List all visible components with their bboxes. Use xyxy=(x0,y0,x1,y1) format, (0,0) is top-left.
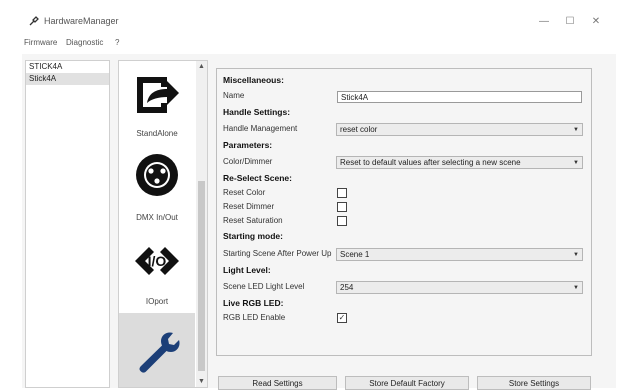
handle-select-value: reset color xyxy=(340,125,378,134)
nav-item-dmx[interactable]: DMX In/Out xyxy=(119,145,195,225)
menu-help[interactable]: ? xyxy=(115,38,119,47)
rgb-enable-checkbox[interactable]: ✓ xyxy=(337,313,347,323)
handle-heading: Handle Settings: xyxy=(223,107,291,117)
chevron-down-icon: ▼ xyxy=(573,160,579,166)
menu-diagnostic[interactable]: Diagnostic xyxy=(66,38,103,47)
reselect-heading: Re-Select Scene: xyxy=(223,173,292,183)
light-select[interactable]: 254 ▼ xyxy=(336,281,583,294)
handle-select[interactable]: reset color ▼ xyxy=(336,123,583,136)
rgb-label: RGB LED Enable xyxy=(223,313,286,322)
colordimmer-select[interactable]: Reset to default values after selecting … xyxy=(336,156,583,169)
starting-heading: Starting mode: xyxy=(223,231,283,241)
reset-color-checkbox[interactable] xyxy=(337,188,347,198)
io-icon: I/O xyxy=(135,247,179,275)
misc-heading: Miscellaneous: xyxy=(223,75,284,85)
nav-label-dmx: DMX In/Out xyxy=(136,213,178,222)
reset-saturation-label: Reset Saturation xyxy=(223,216,283,225)
minimize-button[interactable]: — xyxy=(532,12,556,30)
handle-label: Handle Management xyxy=(223,124,298,133)
nav-item-ioport[interactable]: I/O IOport xyxy=(119,229,195,309)
title-bar: HardwareManager — ☐ ✕ xyxy=(22,8,616,34)
hardware-manager-window: HardwareManager — ☐ ✕ Firmware Diagnosti… xyxy=(22,8,616,390)
chevron-down-icon: ▼ xyxy=(573,252,579,258)
svg-text:I/O: I/O xyxy=(148,253,167,269)
maximize-button[interactable]: ☐ xyxy=(558,12,582,30)
settings-panel: Miscellaneous: Name Stick4A Handle Setti… xyxy=(216,68,592,356)
colordimmer-label: Color/Dimmer xyxy=(223,157,273,166)
light-heading: Light Level: xyxy=(223,265,271,275)
light-label: Scene LED Light Level xyxy=(223,282,305,291)
name-label: Name xyxy=(223,91,245,100)
live-heading: Live RGB LED: xyxy=(223,298,284,308)
arrow-icon xyxy=(137,77,179,113)
device-list[interactable]: STICK4A Stick4A xyxy=(25,60,110,388)
window-title: HardwareManager xyxy=(44,16,119,26)
starting-label: Starting Scene After Power Up xyxy=(223,249,332,258)
device-item-selected[interactable]: Stick4A xyxy=(26,73,109,85)
name-field[interactable]: Stick4A xyxy=(337,91,582,103)
starting-select-value: Scene 1 xyxy=(340,250,370,259)
nav-scrollbar[interactable]: ▲ ▼ xyxy=(196,61,207,387)
reset-saturation-checkbox[interactable] xyxy=(337,216,347,226)
light-select-value: 254 xyxy=(340,283,354,292)
params-heading: Parameters: xyxy=(223,140,273,150)
scroll-thumb[interactable] xyxy=(198,181,205,371)
chevron-down-icon: ▼ xyxy=(573,127,579,133)
close-button[interactable]: ✕ xyxy=(584,12,608,30)
app-icon xyxy=(29,16,39,26)
wrench-icon xyxy=(139,332,180,373)
nav-label-ioport: IOport xyxy=(145,297,169,306)
reset-dimmer-label: Reset Dimmer xyxy=(223,202,275,211)
nav-item-standalone[interactable]: StandAlone xyxy=(119,61,195,141)
nav-label-standalone: StandAlone xyxy=(136,129,178,138)
menu-bar: Firmware Diagnostic ? xyxy=(22,34,616,54)
scroll-down-icon[interactable]: ▼ xyxy=(196,376,207,387)
starting-select[interactable]: Scene 1 ▼ xyxy=(336,248,583,261)
menu-firmware[interactable]: Firmware xyxy=(24,38,57,47)
device-item[interactable]: STICK4A xyxy=(26,61,109,73)
chevron-down-icon: ▼ xyxy=(573,285,579,291)
nav-panel: StandAlone DMX In/Out I/O IOport ▲ ▼ xyxy=(118,60,208,388)
colordimmer-select-value: Reset to default values after selecting … xyxy=(340,158,521,167)
scroll-up-icon[interactable]: ▲ xyxy=(196,61,207,72)
xlr-icon xyxy=(136,154,178,196)
reset-dimmer-checkbox[interactable] xyxy=(337,202,347,212)
nav-item-settings[interactable] xyxy=(119,313,195,387)
reset-color-label: Reset Color xyxy=(223,188,266,197)
